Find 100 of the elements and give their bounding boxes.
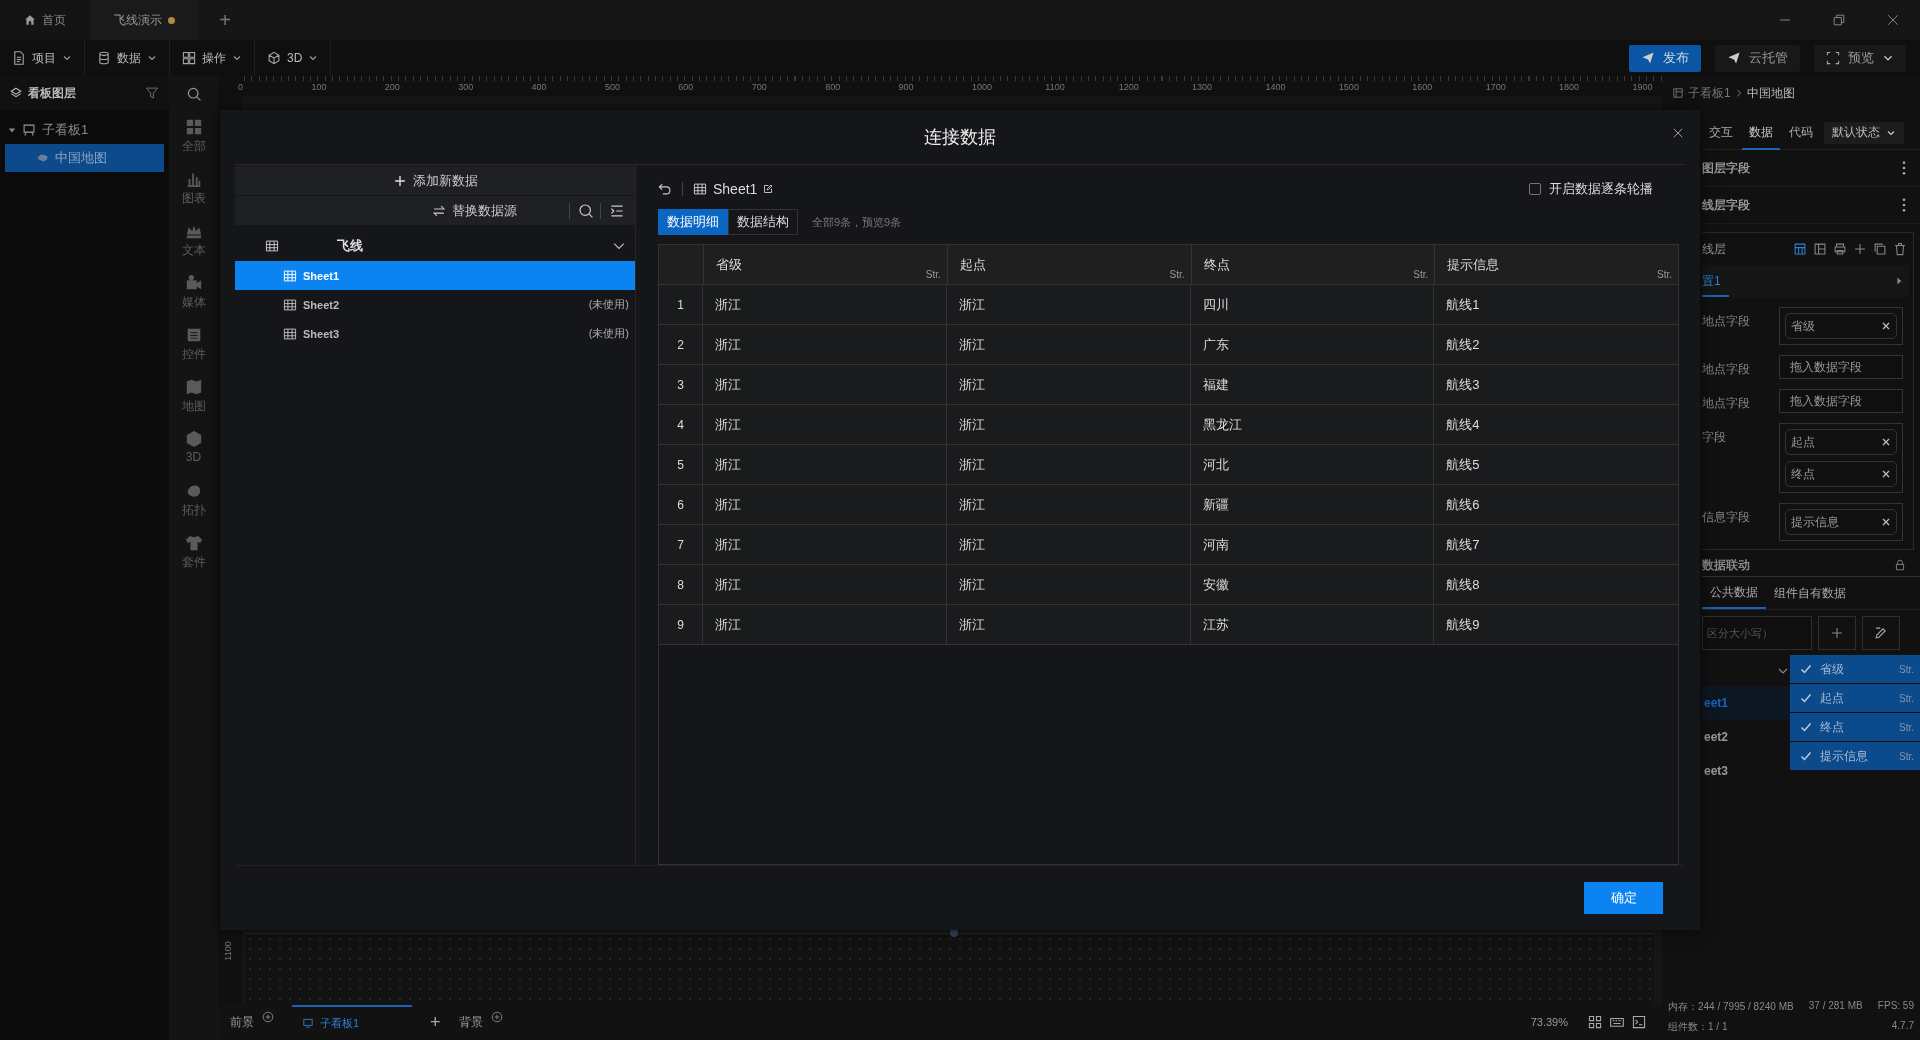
ruler-label: 800 xyxy=(824,81,842,92)
field-chip[interactable]: 提示信息 xyxy=(1785,509,1897,535)
component-count: 组件数：1 / 1 xyxy=(1668,1020,1728,1034)
foreground-label[interactable]: 前景 xyxy=(230,1013,254,1031)
sheet-item[interactable]: Sheet3 (未使用) xyxy=(235,319,635,348)
table-cell: 新疆 xyxy=(1202,495,1229,514)
table-cell: 航线2 xyxy=(1446,335,1480,354)
table-cell: 浙江 xyxy=(715,415,741,434)
table-cell: 浙江 xyxy=(958,375,985,394)
field-drop-zone[interactable]: 提示信息 xyxy=(1779,503,1903,541)
table-cell: 四川 xyxy=(1202,295,1229,314)
ruler-label: 100 xyxy=(310,81,328,92)
version-label: 4.7.7 xyxy=(1891,1020,1914,1033)
add-data-button[interactable]: 添加新数据 xyxy=(235,166,635,195)
toolbar-button[interactable]: 预览 xyxy=(1814,44,1906,72)
row-number: 8 xyxy=(677,577,684,592)
field-chip[interactable]: 终点 xyxy=(1785,461,1897,487)
ruler-label: 400 xyxy=(530,81,548,92)
column-header: 终点 xyxy=(1203,255,1230,274)
breadcrumb-link[interactable]: 子看板1 xyxy=(1688,84,1731,102)
new-tab-button[interactable]: + xyxy=(213,8,237,32)
table-cell: 浙江 xyxy=(958,335,985,354)
table-cell: 浙江 xyxy=(715,535,741,554)
source-group[interactable]: 飞线 xyxy=(235,231,635,261)
table-cell: 浙江 xyxy=(958,415,985,434)
field-drop-input[interactable]: 拖入数据字段 xyxy=(1779,355,1903,379)
search-field[interactable]: 区分大小写） xyxy=(1702,616,1812,650)
field-chip[interactable]: 省级 xyxy=(1785,313,1897,339)
table-cell: 浙江 xyxy=(715,335,741,354)
table-cell: 浙江 xyxy=(958,455,985,474)
row-number: 9 xyxy=(677,617,684,632)
panel-tab[interactable]: 交互 xyxy=(1702,115,1740,150)
board-tab[interactable]: 子看板1 xyxy=(292,1005,412,1039)
zoom-level: 73.39% xyxy=(1530,1016,1568,1028)
table-cell: 浙江 xyxy=(715,375,741,394)
field-drop-zone[interactable]: 起点 终点 xyxy=(1779,423,1903,493)
table-cell: 航线9 xyxy=(1446,615,1480,634)
confirm-button[interactable]: 确定 xyxy=(1584,882,1663,914)
background-label[interactable]: 背景 xyxy=(458,1013,483,1031)
table-cell: 浙江 xyxy=(958,495,985,514)
panel-title: 看板图层 xyxy=(28,84,76,102)
ruler-label: 200 xyxy=(383,81,401,92)
table-cell: 浙江 xyxy=(958,615,985,634)
field-drop-zone[interactable]: 省级 xyxy=(1779,307,1903,345)
field-label: 信息字段 xyxy=(1702,509,1750,526)
panel-tab[interactable]: 代码 xyxy=(1782,115,1820,150)
toolbar-button[interactable]: 云托管 xyxy=(1715,44,1800,72)
tree-item[interactable]: 子看板1 xyxy=(0,118,169,142)
type-label: Str. xyxy=(1169,269,1185,280)
gpu-status: 37 / 281 MB xyxy=(1808,1000,1863,1013)
data-tab[interactable]: 组件自有数据 xyxy=(1766,577,1854,609)
field-label: 字段 xyxy=(1702,429,1726,446)
type-label: Str. xyxy=(1413,269,1429,280)
row-number: 3 xyxy=(677,377,684,392)
state-dropdown[interactable]: 默认状态 xyxy=(1824,121,1904,144)
table-cell: 浙江 xyxy=(958,295,985,314)
layer-title: 线层 xyxy=(1702,240,1726,258)
field-chip[interactable]: 起点 xyxy=(1785,429,1897,455)
dropdown-item[interactable]: 提示信息 Str. xyxy=(1790,742,1920,770)
table-cell: 航线8 xyxy=(1446,575,1480,594)
tree-item[interactable]: 中国地图 xyxy=(5,144,164,172)
type-label: Str. xyxy=(925,269,941,280)
window-tab[interactable]: 飞线演示 xyxy=(90,0,199,40)
row-number: 4 xyxy=(677,417,684,432)
panel-tab[interactable]: 数据 xyxy=(1742,115,1780,150)
table-cell: 航线7 xyxy=(1446,535,1480,554)
ruler-label: 900 xyxy=(897,81,915,92)
section-title: 图层字段 xyxy=(1702,159,1750,177)
data-tab[interactable]: 公共数据 xyxy=(1702,577,1766,609)
ruler-label: 1400 xyxy=(1264,81,1287,92)
ruler-label: 500 xyxy=(603,81,621,92)
sheet-item[interactable]: Sheet1 xyxy=(235,261,635,290)
carousel-checkbox[interactable]: 开启数据逐条轮播 xyxy=(1529,180,1653,198)
ruler-label: 1700 xyxy=(1484,81,1507,92)
table-cell: 浙江 xyxy=(715,455,741,474)
memory-status: 内存：244 / 7995 / 8240 MB xyxy=(1668,1000,1794,1014)
sheet-name: Sheet1 xyxy=(713,181,758,197)
ruler-label: 1300 xyxy=(1191,81,1214,92)
add-board-button[interactable]: + xyxy=(430,1011,441,1033)
config-tab[interactable]: 置1 xyxy=(1702,265,1729,297)
detail-tab[interactable]: 数据结构 xyxy=(728,209,798,235)
table-cell: 航线3 xyxy=(1446,375,1480,394)
dropdown-item[interactable]: 省级 Str. xyxy=(1790,655,1920,683)
ruler-label: 0 xyxy=(237,81,244,92)
field-drop-input[interactable]: 拖入数据字段 xyxy=(1779,389,1903,413)
record-summary: 全部9条，预览9条 xyxy=(812,214,902,230)
detail-tab[interactable]: 数据明细 xyxy=(658,209,728,235)
dropdown-item[interactable]: 终点 Str. xyxy=(1790,713,1920,741)
ruler-label: 700 xyxy=(750,81,768,92)
ruler-label: 1600 xyxy=(1411,81,1434,92)
table-cell: 浙江 xyxy=(958,535,985,554)
table-cell: 河南 xyxy=(1202,535,1229,554)
sheet-item[interactable]: Sheet2 (未使用) xyxy=(235,290,635,319)
dropdown-item[interactable]: 起点 Str. xyxy=(1790,684,1920,712)
table-cell: 广东 xyxy=(1202,335,1229,354)
field-label: 地点字段 xyxy=(1702,395,1750,412)
ruler-label: 1200 xyxy=(1117,81,1140,92)
row-number: 2 xyxy=(677,337,684,352)
toolbar-button[interactable]: 发布 xyxy=(1629,44,1701,72)
fps-status: FPS: 59 xyxy=(1877,1000,1914,1013)
